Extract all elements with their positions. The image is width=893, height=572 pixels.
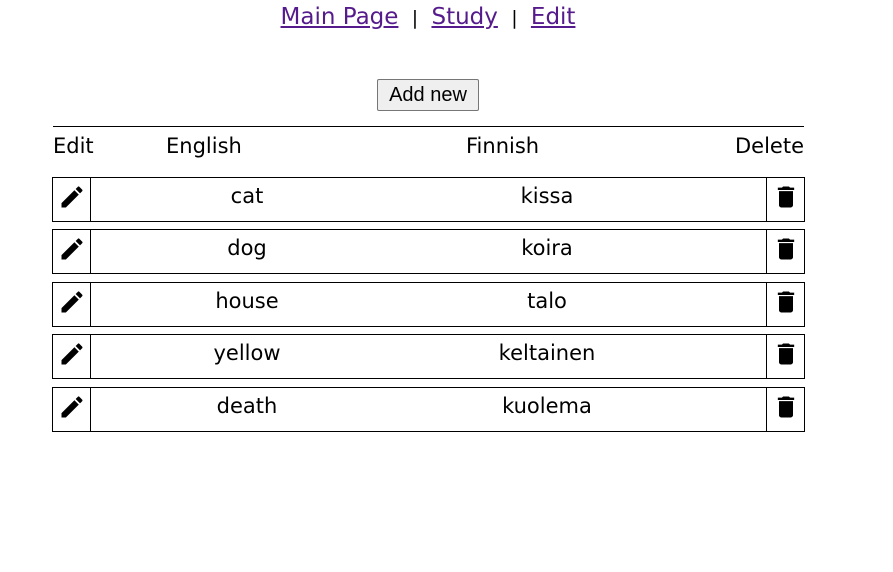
- delete-button[interactable]: [766, 283, 804, 326]
- pencil-icon: [58, 288, 86, 321]
- header-edit: Edit: [53, 134, 94, 158]
- edit-button[interactable]: [53, 230, 91, 273]
- nav-link-study[interactable]: Study: [431, 4, 497, 30]
- english-word: yellow: [213, 341, 281, 365]
- table-row: death kuolema: [52, 387, 805, 432]
- trash-icon: [772, 339, 800, 374]
- delete-button[interactable]: [766, 230, 804, 273]
- nav-link-main-page[interactable]: Main Page: [281, 4, 399, 30]
- table-row: yellow keltainen: [52, 334, 805, 379]
- table-row: dog koira: [52, 229, 805, 274]
- trash-icon: [772, 392, 800, 427]
- pencil-icon: [58, 183, 86, 216]
- header-finnish: Finnish: [466, 134, 540, 158]
- edit-button[interactable]: [53, 335, 91, 378]
- finnish-word: keltainen: [498, 341, 596, 365]
- table-row: cat kissa: [52, 177, 805, 222]
- pencil-icon: [58, 235, 86, 268]
- nav-separator: |: [511, 7, 518, 29]
- top-nav: Main Page | Study | Edit: [0, 2, 856, 33]
- trash-icon: [772, 287, 800, 322]
- trash-icon: [772, 234, 800, 269]
- header-delete: Delete: [735, 134, 804, 158]
- trash-icon: [772, 182, 800, 217]
- delete-button[interactable]: [766, 178, 804, 221]
- english-word: death: [216, 394, 278, 418]
- english-word: dog: [227, 236, 267, 260]
- pencil-icon: [58, 393, 86, 426]
- add-new-button[interactable]: Add new: [377, 79, 479, 111]
- edit-button[interactable]: [53, 388, 91, 431]
- finnish-word: koira: [521, 236, 573, 260]
- header-english: English: [166, 134, 242, 158]
- finnish-word: talo: [527, 289, 567, 313]
- english-word: cat: [230, 184, 264, 208]
- delete-button[interactable]: [766, 335, 804, 378]
- nav-link-edit[interactable]: Edit: [531, 4, 576, 30]
- table-header: Edit English Finnish Delete: [53, 126, 804, 165]
- finnish-word: kuolema: [502, 394, 592, 418]
- finnish-word: kissa: [520, 184, 574, 208]
- nav-separator: |: [411, 7, 419, 29]
- english-word: house: [215, 289, 279, 313]
- table-row: house talo: [52, 282, 805, 327]
- delete-button[interactable]: [766, 388, 804, 431]
- pencil-icon: [58, 340, 86, 373]
- edit-button[interactable]: [53, 178, 91, 221]
- edit-button[interactable]: [53, 283, 91, 326]
